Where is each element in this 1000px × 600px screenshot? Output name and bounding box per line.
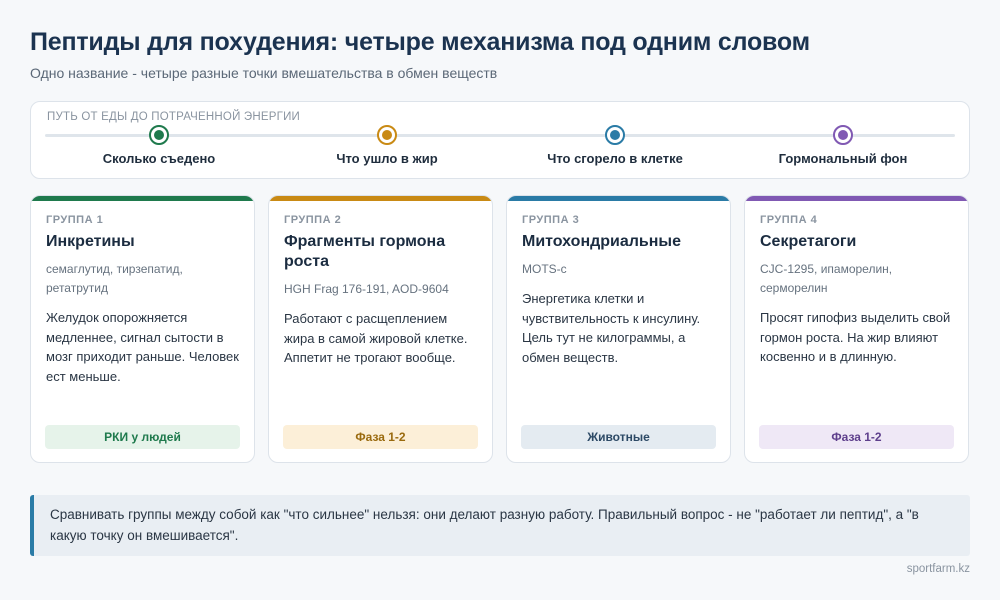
step-marker-icon (149, 125, 169, 145)
group-card-mitochondrial: ГРУППА 3 Митохондриальные MOTS-c Энергет… (506, 195, 731, 463)
timeline-step-hormones: Гормональный фон (743, 125, 943, 166)
evidence-badge: Животные (521, 425, 716, 449)
evidence-badge: Фаза 1-2 (283, 425, 478, 449)
card-title: Секретагоги (760, 233, 857, 250)
timeline-step-label: Что ушло в жир (336, 151, 438, 166)
card-accent-bar (745, 196, 968, 201)
timeline-caption: ПУТЬ ОТ ЕДЫ ДО ПОТРАЧЕННОЙ ЭНЕРГИИ (47, 111, 300, 123)
evidence-badge: Фаза 1-2 (759, 425, 954, 449)
timeline-step-label: Что сгорело в клетке (547, 151, 683, 166)
card-accent-bar (31, 196, 254, 201)
timeline-step-label: Гормональный фон (778, 151, 908, 166)
card-accent-bar (269, 196, 492, 201)
card-accent-bar (507, 196, 730, 201)
timeline-step-label: Сколько съедено (102, 151, 216, 166)
energy-path-timeline: ПУТЬ ОТ ЕДЫ ДО ПОТРАЧЕННОЙ ЭНЕРГИИ Сколь… (30, 101, 970, 179)
card-title: Митохондриальные (522, 233, 681, 250)
source-credit: sportfarm.kz (906, 563, 970, 575)
card-description: Просят гипофиз выделить свой гормон рост… (760, 310, 951, 364)
card-examples: CJC-1295, ипаморелин, серморелин (760, 262, 893, 295)
group-card-incretins: ГРУППА 1 Инкретины семаглутид, тирзепати… (30, 195, 255, 463)
card-title: Инкретины (46, 233, 135, 250)
group-card-secretagogues: ГРУППА 4 Секретагоги CJC-1295, ипаморели… (744, 195, 969, 463)
card-description: Энергетика клетки и чувствительность к и… (522, 291, 701, 365)
timeline-step-fat: Что ушло в жир (287, 125, 487, 166)
timeline-step-eaten: Сколько съедено (59, 125, 259, 166)
card-group-label: ГРУППА 3 (522, 214, 580, 226)
card-description: Желудок опорожняется медленнее, сигнал с… (46, 310, 239, 384)
group-card-gh-fragments: ГРУППА 2 Фрагменты гормона роста HGH Fra… (268, 195, 493, 463)
card-group-label: ГРУППА 4 (760, 214, 818, 226)
comparison-note: Сравнивать группы между собой как "что с… (30, 495, 970, 556)
card-examples: семаглутид, тирзепатид, ретатрутид (46, 262, 183, 295)
page-title: Пептиды для похудения: четыре механизма … (30, 28, 810, 56)
page-subtitle: Одно название - четыре разные точки вмеш… (30, 65, 498, 81)
card-title: Фрагменты гормона роста (284, 233, 446, 270)
card-group-label: ГРУППА 2 (284, 214, 342, 226)
step-marker-icon (377, 125, 397, 145)
timeline-step-burned: Что сгорело в клетке (515, 125, 715, 166)
step-marker-icon (833, 125, 853, 145)
card-group-label: ГРУППА 1 (46, 214, 104, 226)
card-description: Работают с расщеплением жира в самой жир… (284, 311, 468, 365)
card-examples: HGH Frag 176-191, AOD-9604 (284, 282, 449, 296)
card-examples: MOTS-c (522, 262, 567, 276)
step-marker-icon (605, 125, 625, 145)
evidence-badge: РКИ у людей (45, 425, 240, 449)
